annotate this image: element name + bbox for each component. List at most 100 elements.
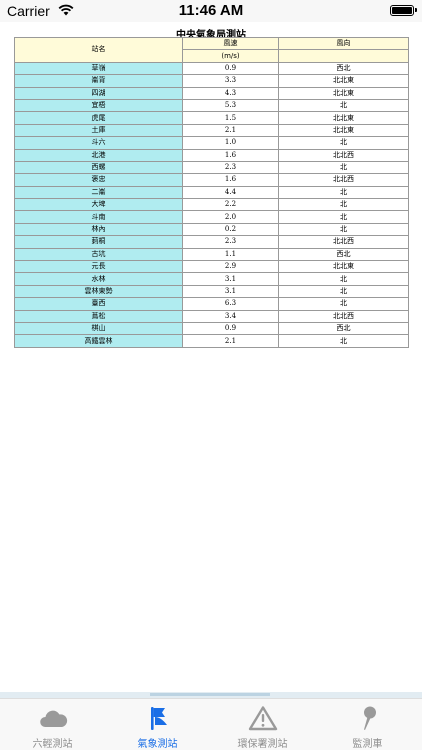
speed-cell: 2.3: [182, 160, 279, 175]
direction-cell: 西北: [278, 321, 409, 336]
table-row: 高鐵雲林 2.1 北: [14, 334, 409, 348]
direction-cell: 北: [278, 222, 409, 237]
station-cell: 元長: [14, 260, 183, 274]
speed-cell: 1.5: [182, 111, 279, 125]
direction-cell: 北: [278, 284, 409, 299]
table-row: 元長 2.9 北北東: [14, 260, 409, 274]
direction-cell: 北: [278, 185, 409, 200]
table-row: 林內 0.2 北: [14, 222, 409, 237]
speed-cell: 0.9: [182, 61, 279, 76]
station-cell: 水林: [14, 272, 183, 286]
station-cell: 二崙: [14, 185, 183, 200]
table-row: 棋山 0.9 西北: [14, 321, 409, 336]
direction-cell: 北北西: [278, 235, 409, 249]
table-row: 古坑 1.1 西北: [14, 247, 409, 262]
station-cell: 大埤: [14, 198, 183, 212]
tab-label: 六輕測站: [32, 739, 73, 750]
table-row: 崙背 3.3 北北東: [14, 74, 409, 88]
header-speed: 風速: [182, 36, 279, 51]
table-row: 雲林東勢 3.1 北: [14, 284, 409, 299]
tab-weather-stations[interactable]: 氣象測站: [105, 699, 210, 751]
station-cell: 北港: [14, 148, 183, 162]
clock-time: 11:46 AM: [178, 2, 244, 19]
direction-cell: 北北西: [278, 148, 409, 162]
station-cell: 斗六: [14, 136, 183, 150]
table-row: 斗六 1.0 北: [14, 136, 409, 150]
battery-icon: [390, 5, 417, 16]
station-cell: 蔦松: [14, 309, 183, 324]
station-cell: 草嶺: [14, 61, 183, 76]
speed-cell: 2.3: [182, 235, 279, 249]
direction-cell: 西北: [278, 61, 409, 76]
speed-cell: 3.1: [182, 272, 279, 286]
station-cell: 莿桐: [14, 235, 183, 249]
station-cell: 斗南: [14, 210, 183, 224]
table-row: 臺西 6.3 北: [14, 297, 409, 311]
warning-icon: [248, 706, 278, 731]
cloud-icon: [40, 710, 68, 727]
tab-label: 氣象測站: [137, 739, 178, 750]
direction-cell: 北: [278, 297, 409, 311]
status-bar: Carrier 11:46 AM: [0, 0, 422, 22]
tab-label: 監測車: [352, 739, 383, 750]
table-row: 水林 3.1 北: [14, 272, 409, 286]
station-cell: 土庫: [14, 123, 183, 138]
tab-bar: 六輕測站 氣象測站 環保署測站 監測車: [0, 698, 422, 750]
station-cell: 西螺: [14, 160, 183, 175]
header-direction: 風向: [278, 36, 409, 51]
speed-cell: 2.1: [182, 123, 279, 138]
table-row: 土庫 2.1 北北東: [14, 123, 409, 138]
direction-cell: 北北東: [278, 111, 409, 125]
speed-cell: 1.6: [182, 173, 279, 187]
tab-six-naphtha-stations[interactable]: 六輕測站: [0, 699, 105, 751]
station-cell: 褒忠: [14, 173, 183, 187]
table-row: 草嶺 0.9 西北: [14, 61, 409, 76]
direction-cell: 北: [278, 198, 409, 212]
speed-cell: 3.3: [182, 74, 279, 88]
direction-cell: 北: [278, 160, 409, 175]
map-pin-icon: [364, 706, 376, 730]
speed-cell: 2.1: [182, 334, 279, 348]
direction-cell: 北北東: [278, 260, 409, 274]
speed-cell: 5.3: [182, 98, 279, 113]
station-cell: 宜梧: [14, 98, 183, 113]
speed-cell: 3.1: [182, 284, 279, 299]
speed-cell: 1.6: [182, 148, 279, 162]
speed-cell: 2.0: [182, 210, 279, 224]
direction-cell: 北: [278, 136, 409, 150]
table-row: 大埤 2.2 北: [14, 198, 409, 212]
speed-cell: 4.4: [182, 185, 279, 200]
direction-cell: 北: [278, 210, 409, 224]
speed-cell: 4.3: [182, 86, 279, 100]
wind-data-table: 站名 風速 風向 (m/s) 草嶺 0.9 西北 崙背 3.3 北北東 四湖 4.3 北北東 宜梧…: [14, 36, 409, 348]
speed-cell: 2.9: [182, 260, 279, 274]
direction-cell: 北: [278, 334, 409, 348]
direction-cell: 北北東: [278, 86, 409, 100]
table-row: 四湖 4.3 北北東: [14, 86, 409, 100]
tab-label: 環保署測站: [237, 739, 288, 750]
station-cell: 臺西: [14, 297, 183, 311]
station-cell: 古坑: [14, 247, 183, 262]
speed-cell: 2.2: [182, 198, 279, 212]
table-row: 北港 1.6 北北西: [14, 148, 409, 162]
station-cell: 雲林東勢: [14, 284, 183, 299]
table-row: 二崙 4.4 北: [14, 185, 409, 200]
speed-cell: 6.3: [182, 297, 279, 311]
tab-monitoring-vehicle[interactable]: 監測車: [315, 699, 420, 751]
station-cell: 四湖: [14, 86, 183, 100]
table-row: 莿桐 2.3 北北西: [14, 235, 409, 249]
station-cell: 高鐵雲林: [14, 334, 183, 348]
station-cell: 棋山: [14, 321, 183, 336]
header-direction-unit: [278, 49, 409, 63]
tab-epa-stations[interactable]: 環保署測站: [210, 699, 315, 751]
table-body: 草嶺 0.9 西北 崙背 3.3 北北東 四湖 4.3 北北東 宜梧 5.3 北虎尾 1.5 北北東 土庫 2…: [14, 61, 409, 348]
direction-cell: 北: [278, 272, 409, 286]
table-row: 虎尾 1.5 北北東: [14, 111, 409, 125]
header-speed-unit: (m/s): [182, 49, 279, 63]
table-row: 宜梧 5.3 北: [14, 98, 409, 113]
speed-cell: 3.4: [182, 309, 279, 324]
direction-cell: 北北東: [278, 74, 409, 88]
station-cell: 崙背: [14, 74, 183, 88]
direction-cell: 北: [278, 98, 409, 113]
direction-cell: 北北西: [278, 173, 409, 187]
